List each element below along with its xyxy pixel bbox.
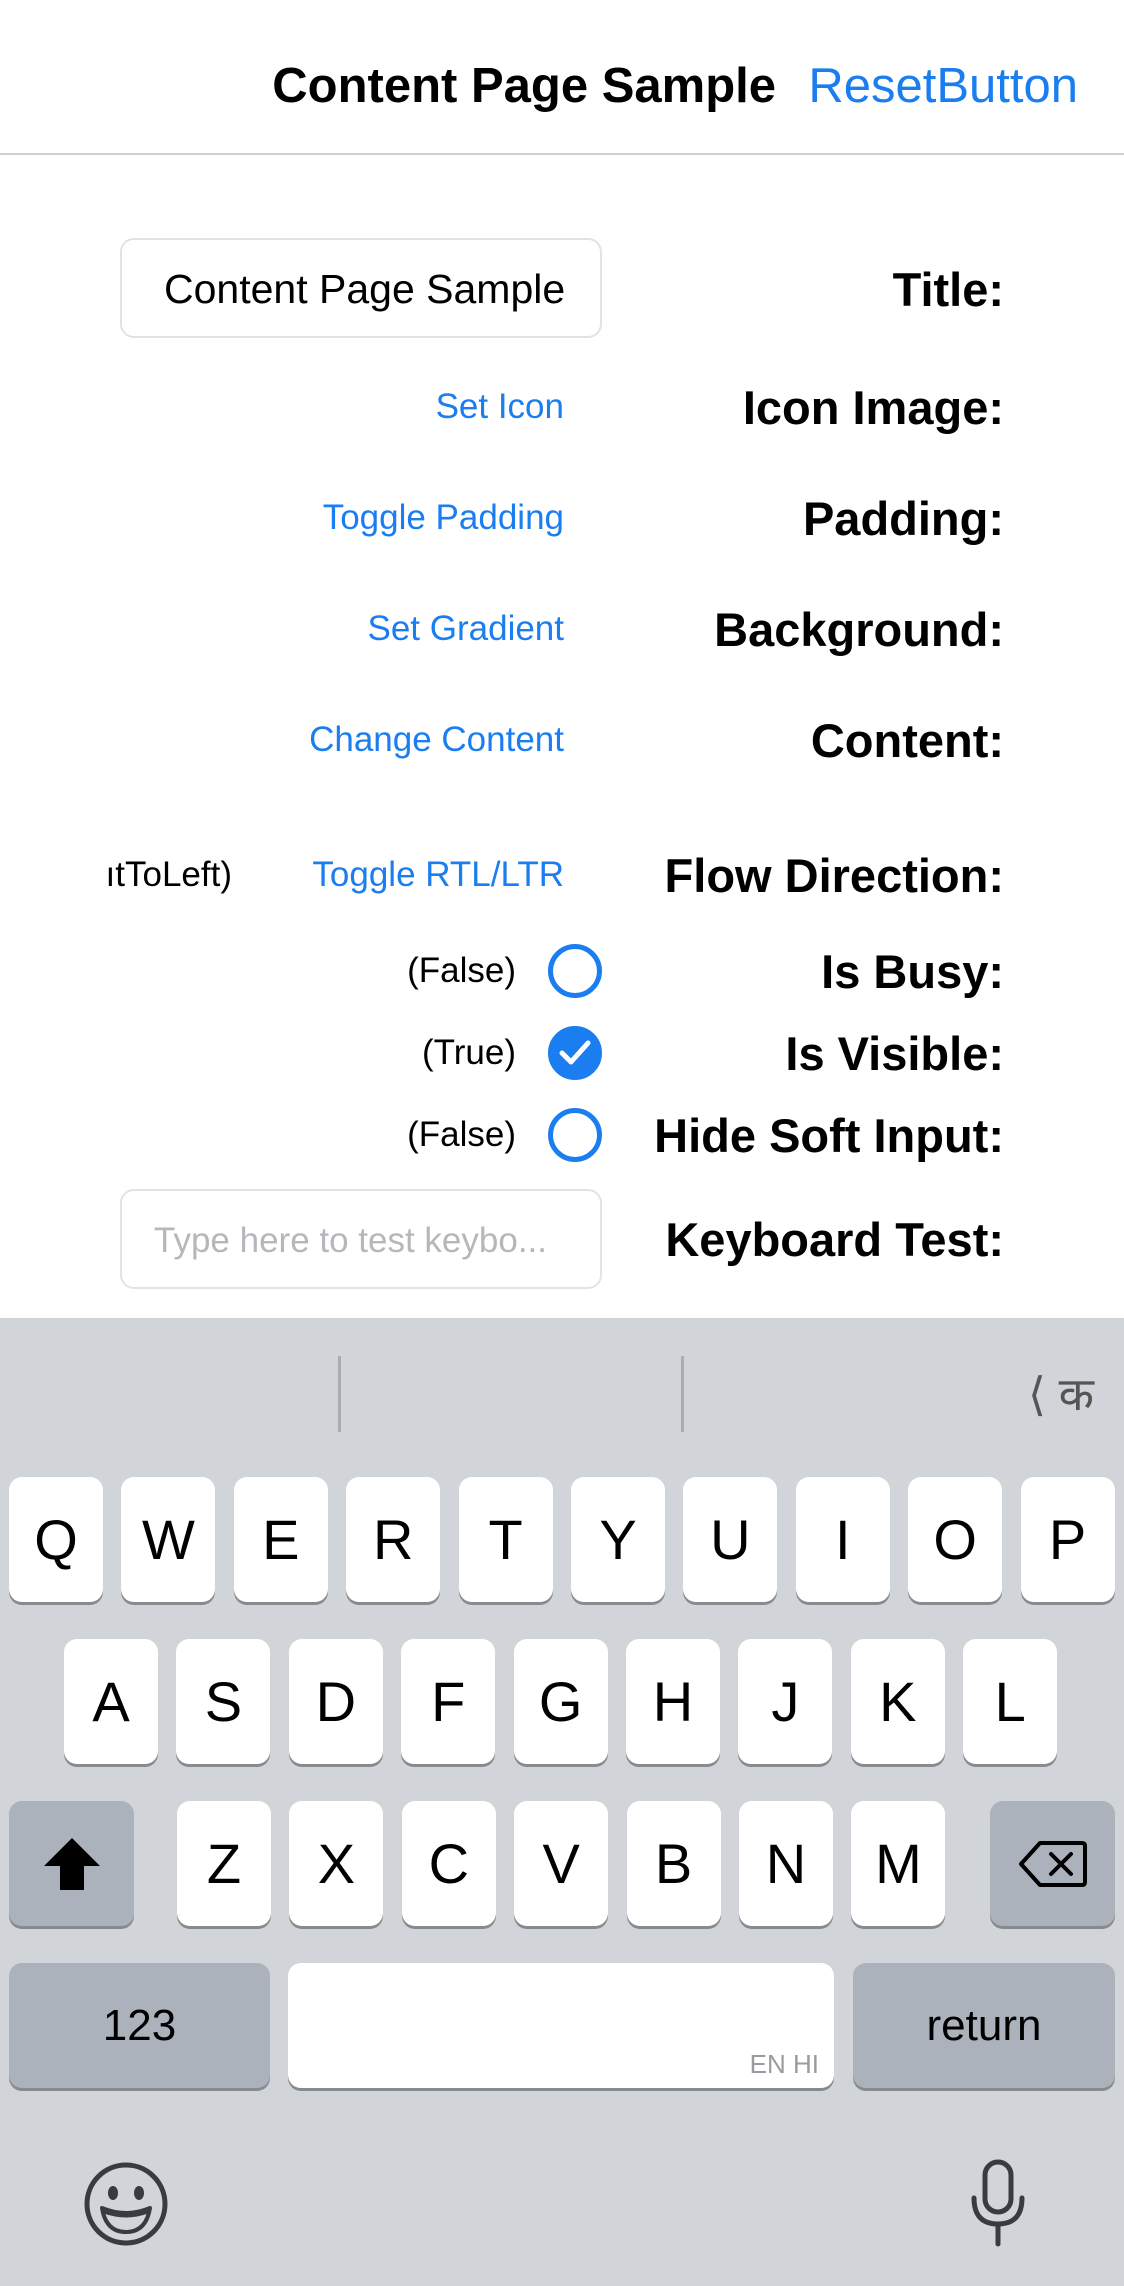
- key-m[interactable]: M: [851, 1801, 946, 1926]
- key-t[interactable]: T: [458, 1477, 553, 1602]
- key-g[interactable]: G: [513, 1639, 608, 1764]
- is-visible-value: (True): [422, 1033, 516, 1072]
- is-visible-label: Is Visible:: [785, 1027, 1004, 1080]
- key-w[interactable]: W: [121, 1477, 216, 1602]
- background-label: Background:: [714, 603, 1004, 656]
- padding-label: Padding:: [802, 492, 1004, 545]
- shift-key[interactable]: [9, 1801, 134, 1926]
- set-gradient-button[interactable]: Set Gradient: [368, 609, 565, 649]
- emoji-button[interactable]: [82, 2160, 170, 2253]
- backspace-key[interactable]: [990, 1801, 1115, 1926]
- key-c[interactable]: C: [401, 1801, 496, 1926]
- change-content-button[interactable]: Change Content: [309, 720, 564, 760]
- flow-direction-label: Flow Direction:: [664, 849, 1004, 902]
- key-b[interactable]: B: [626, 1801, 721, 1926]
- key-e[interactable]: E: [233, 1477, 328, 1602]
- suggestion-divider: [338, 1356, 341, 1432]
- key-s[interactable]: S: [176, 1639, 271, 1764]
- suggestion-divider: [681, 1356, 684, 1432]
- shift-icon: [43, 1837, 100, 1890]
- is-visible-checkbox[interactable]: [548, 1026, 602, 1080]
- key-n[interactable]: N: [739, 1801, 833, 1926]
- flow-direction-value: ıtToLeft): [105, 855, 232, 894]
- keyboard-test-entry[interactable]: Type here to test keybo...: [120, 1189, 602, 1289]
- key-p[interactable]: P: [1020, 1477, 1115, 1602]
- keyboard-test-label: Keyboard Test:: [665, 1213, 1004, 1266]
- dictation-button[interactable]: [968, 2158, 1028, 2255]
- key-a[interactable]: A: [64, 1639, 158, 1764]
- language-switch[interactable]: ⟨ क: [1028, 1362, 1094, 1424]
- keyboard-test-placeholder: Type here to test keybo...: [154, 1221, 547, 1260]
- key-q[interactable]: Q: [9, 1477, 103, 1602]
- content-label: Content:: [810, 714, 1004, 767]
- key-i[interactable]: I: [795, 1477, 890, 1602]
- is-busy-checkbox[interactable]: [548, 944, 602, 998]
- key-v[interactable]: V: [514, 1801, 609, 1926]
- page-title: Content Page Sample: [272, 59, 776, 113]
- key-d[interactable]: D: [288, 1639, 383, 1764]
- numbers-key[interactable]: 123: [9, 1963, 270, 2088]
- key-o[interactable]: O: [908, 1477, 1003, 1602]
- set-icon-button[interactable]: Set Icon: [436, 387, 564, 427]
- toggle-rtl-ltr-button[interactable]: Toggle RTL/LTR: [312, 855, 564, 895]
- key-j[interactable]: J: [738, 1639, 833, 1764]
- title-entry-text: Content Page Sample: [164, 266, 566, 312]
- hide-soft-input-label: Hide Soft Input:: [654, 1109, 1004, 1162]
- title-entry[interactable]: Content Page Sample: [120, 238, 602, 338]
- backspace-icon: [1018, 1840, 1087, 1887]
- key-y[interactable]: Y: [571, 1477, 665, 1602]
- soft-keyboard: ⟨ क QWERTYUIOP ASDFGHJKL ZXCVBNM 123 EN …: [0, 1318, 1124, 2286]
- key-r[interactable]: R: [346, 1477, 441, 1602]
- title-label: Title:: [892, 263, 1004, 316]
- space-key[interactable]: EN HI: [288, 1963, 834, 2088]
- space-key-hint: EN HI: [749, 2049, 819, 2079]
- is-busy-value: (False): [407, 951, 516, 990]
- toggle-padding-button[interactable]: Toggle Padding: [323, 498, 564, 538]
- icon-image-label: Icon Image:: [742, 381, 1004, 434]
- checkmark-icon: [559, 1040, 591, 1065]
- emoji-icon: [84, 2162, 168, 2246]
- is-busy-label: Is Busy:: [821, 945, 1004, 998]
- key-u[interactable]: U: [683, 1477, 778, 1602]
- hide-soft-input-value: (False): [407, 1115, 516, 1154]
- key-x[interactable]: X: [289, 1801, 384, 1926]
- return-key[interactable]: return: [853, 1963, 1115, 2088]
- hide-soft-input-checkbox[interactable]: [548, 1108, 602, 1162]
- reset-button[interactable]: ResetButton: [808, 58, 1078, 114]
- microphone-icon: [971, 2159, 1025, 2247]
- key-h[interactable]: H: [626, 1639, 720, 1764]
- key-k[interactable]: K: [850, 1639, 945, 1764]
- key-l[interactable]: L: [963, 1639, 1058, 1764]
- key-z[interactable]: Z: [177, 1801, 271, 1926]
- key-f[interactable]: F: [401, 1639, 496, 1764]
- navigation-bar: Content Page Sample ResetButton: [0, 0, 1124, 155]
